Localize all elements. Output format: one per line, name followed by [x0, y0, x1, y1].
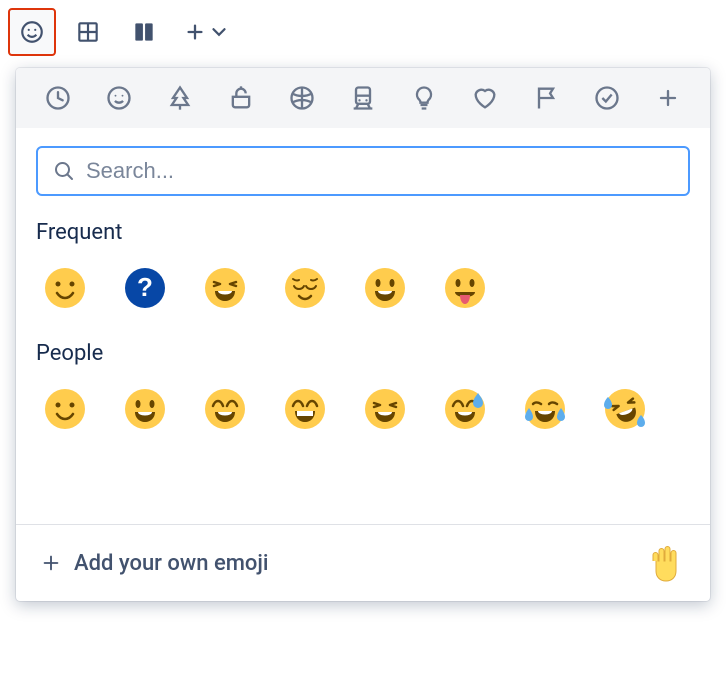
table-icon [75, 19, 101, 45]
search-box[interactable] [36, 146, 690, 196]
bulb-icon [410, 84, 438, 112]
category-custom[interactable] [650, 80, 686, 116]
food-icon [227, 84, 255, 112]
clock-icon [44, 84, 72, 112]
plus-icon [654, 84, 682, 112]
search-wrap [16, 128, 710, 204]
insert-more-button[interactable] [176, 13, 238, 51]
section-heading-frequent: Frequent [36, 208, 690, 259]
emoji-smiley[interactable] [356, 259, 414, 317]
check-circle-icon [593, 84, 621, 112]
category-activity[interactable] [284, 80, 320, 116]
add-own-label: Add your own emoji [74, 551, 269, 576]
emoji-laughing-squint[interactable] [356, 380, 414, 438]
emoji-grid-frequent: ? [36, 259, 690, 329]
emoji-toolbar-button[interactable] [8, 8, 56, 56]
table-toolbar-button[interactable] [64, 8, 112, 56]
emoji-grid-people [36, 380, 690, 450]
emoji-rofl[interactable] [596, 380, 654, 438]
emoji-scroll-area[interactable]: Frequent ? People [16, 204, 710, 524]
category-symbols[interactable] [467, 80, 503, 116]
heart-icon [471, 84, 499, 112]
editor-toolbar [0, 0, 726, 64]
raised-hand-icon [646, 543, 686, 583]
emoji-grin[interactable] [276, 380, 334, 438]
emoji-laughing-squint[interactable] [196, 259, 254, 317]
category-frequent[interactable] [40, 80, 76, 116]
category-food[interactable] [223, 80, 259, 116]
layouts-toolbar-button[interactable] [120, 8, 168, 56]
category-objects[interactable] [406, 80, 442, 116]
flag-icon [532, 84, 560, 112]
chevron-down-icon [208, 21, 230, 43]
emoji-slightly-smiling-face[interactable] [36, 380, 94, 438]
emoji-smiley[interactable] [116, 380, 174, 438]
smiley-icon [105, 84, 133, 112]
category-travel[interactable] [345, 80, 381, 116]
category-people[interactable] [101, 80, 137, 116]
emoji-smile-eyes[interactable] [196, 380, 254, 438]
plus-icon [184, 21, 206, 43]
category-productivity[interactable] [589, 80, 625, 116]
skin-tone-selector[interactable] [646, 543, 686, 583]
emoji-relieved[interactable] [276, 259, 334, 317]
plus-icon [40, 552, 62, 574]
tree-icon [166, 84, 194, 112]
svg-text:?: ? [137, 272, 153, 302]
add-own-emoji-button[interactable]: Add your own emoji [40, 551, 269, 576]
section-heading-people: People [36, 329, 690, 380]
emoji-question-blue[interactable]: ? [116, 259, 174, 317]
category-nature[interactable] [162, 80, 198, 116]
emoji-sweat-smile[interactable] [436, 380, 494, 438]
emoji-picker: Frequent ? People [16, 68, 710, 601]
columns-icon [131, 19, 157, 45]
emoji-slightly-smiling-face[interactable] [36, 259, 94, 317]
search-icon [52, 159, 76, 183]
picker-footer: Add your own emoji [16, 524, 710, 601]
smiley-icon [19, 19, 45, 45]
emoji-joy[interactable] [516, 380, 574, 438]
emoji-tongue-out[interactable] [436, 259, 494, 317]
ball-icon [288, 84, 316, 112]
search-input[interactable] [86, 158, 674, 184]
train-icon [349, 84, 377, 112]
emoji-category-bar [16, 68, 710, 128]
category-flags[interactable] [528, 80, 564, 116]
